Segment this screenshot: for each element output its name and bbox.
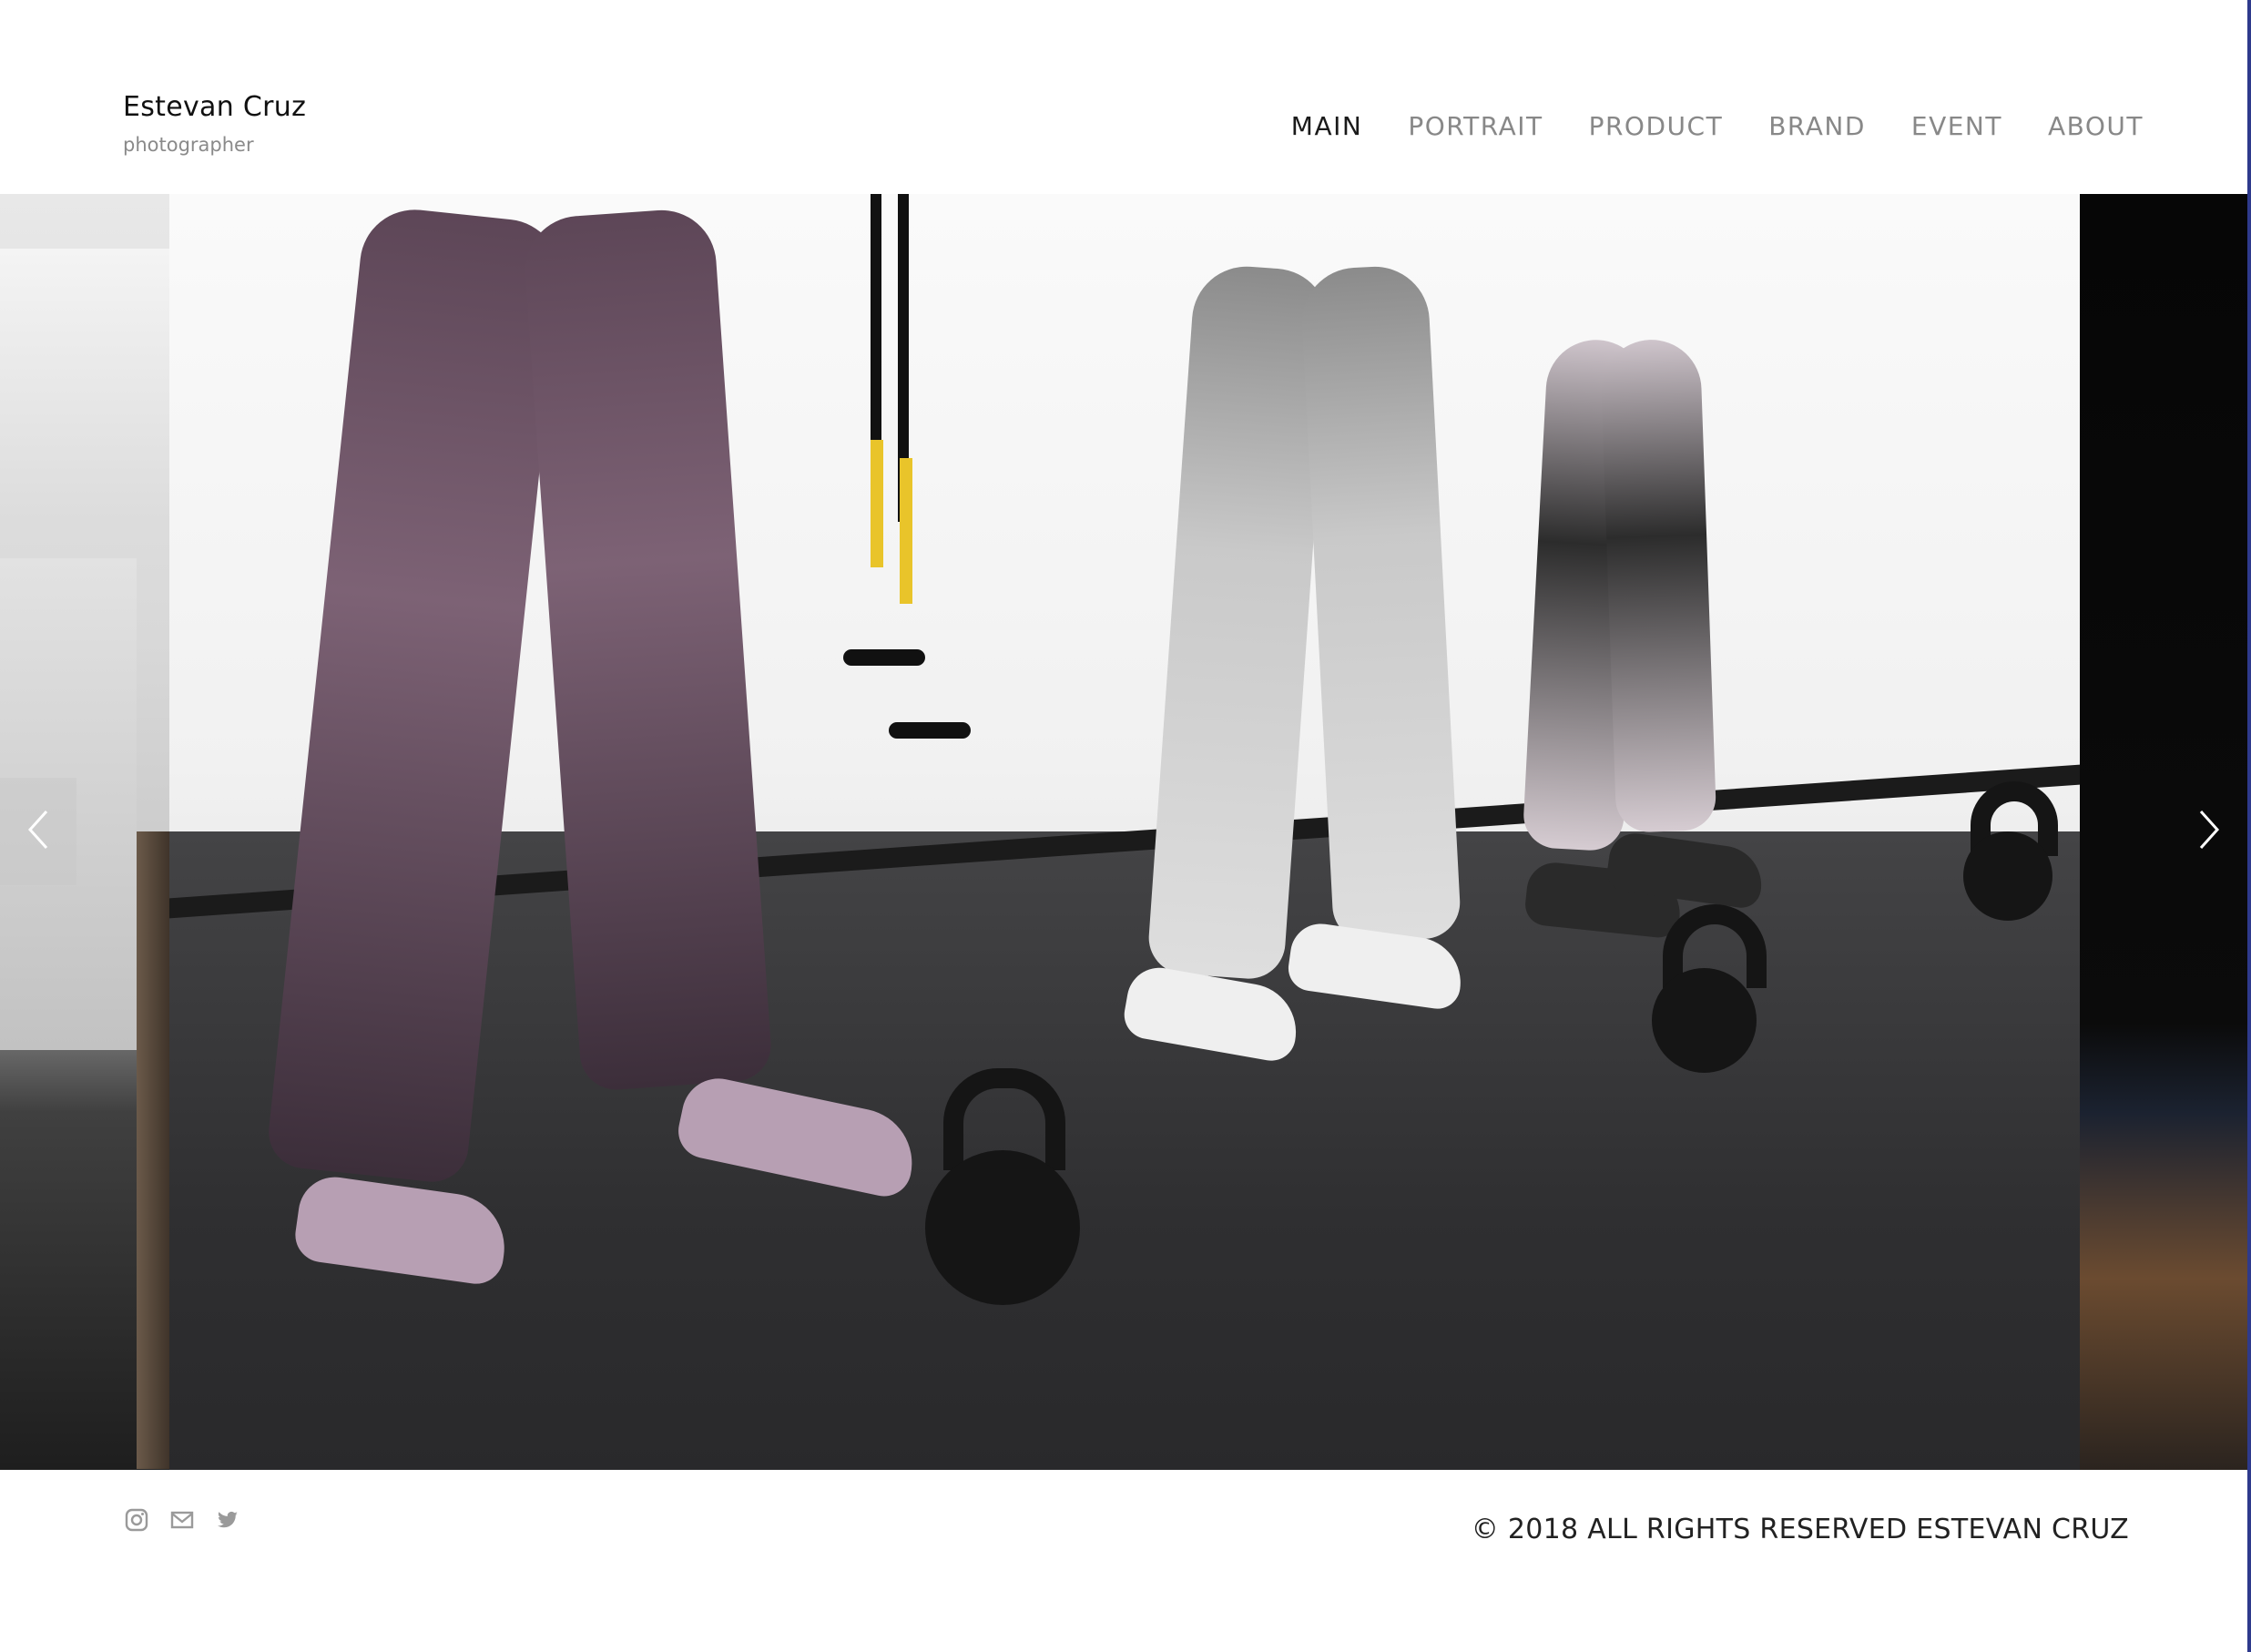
kettlebell [925,1150,1080,1305]
main-nav: MAIN PORTRAIT PRODUCT BRAND EVENT ABOUT [1291,111,2144,141]
copyright-text: © 2018 ALL RIGHTS RESERVED ESTEVAN CRUZ [1471,1514,2129,1545]
nav-item-event[interactable]: EVENT [1911,111,2002,141]
instagram-icon[interactable] [124,1507,149,1533]
nav-item-main[interactable]: MAIN [1291,111,1363,141]
slide-figure [137,831,173,1469]
current-slide-image [169,194,2080,1470]
nav-item-about[interactable]: ABOUT [2048,111,2144,141]
page: Estevan Cruz photographer MAIN PORTRAIT … [0,0,2251,1652]
trx-strap-yellow [871,440,883,567]
site-subtitle: photographer [123,134,254,156]
site-brand[interactable]: Estevan Cruz photographer [123,91,306,156]
kettlebell [1963,831,2052,921]
window-edge [2247,0,2251,1652]
site-title[interactable]: Estevan Cruz [123,91,306,123]
person-leg [1599,338,1717,833]
trx-handle [889,722,971,739]
chevron-left-icon [25,808,52,855]
trx-strap-yellow [900,458,912,604]
nav-item-portrait[interactable]: PORTRAIT [1408,111,1543,141]
image-slider[interactable] [0,194,2247,1470]
nav-item-product[interactable]: PRODUCT [1589,111,1724,141]
slide-window [0,249,169,522]
mail-icon[interactable] [169,1507,195,1533]
trx-handle [843,649,925,666]
chevron-right-icon [2195,808,2223,855]
twitter-icon[interactable] [215,1507,240,1533]
social-links [124,1507,240,1533]
nav-item-brand[interactable]: BRAND [1768,111,1866,141]
previous-slide-button[interactable] [0,778,76,885]
kettlebell [1652,968,1757,1073]
next-slide-button[interactable] [2171,778,2247,885]
